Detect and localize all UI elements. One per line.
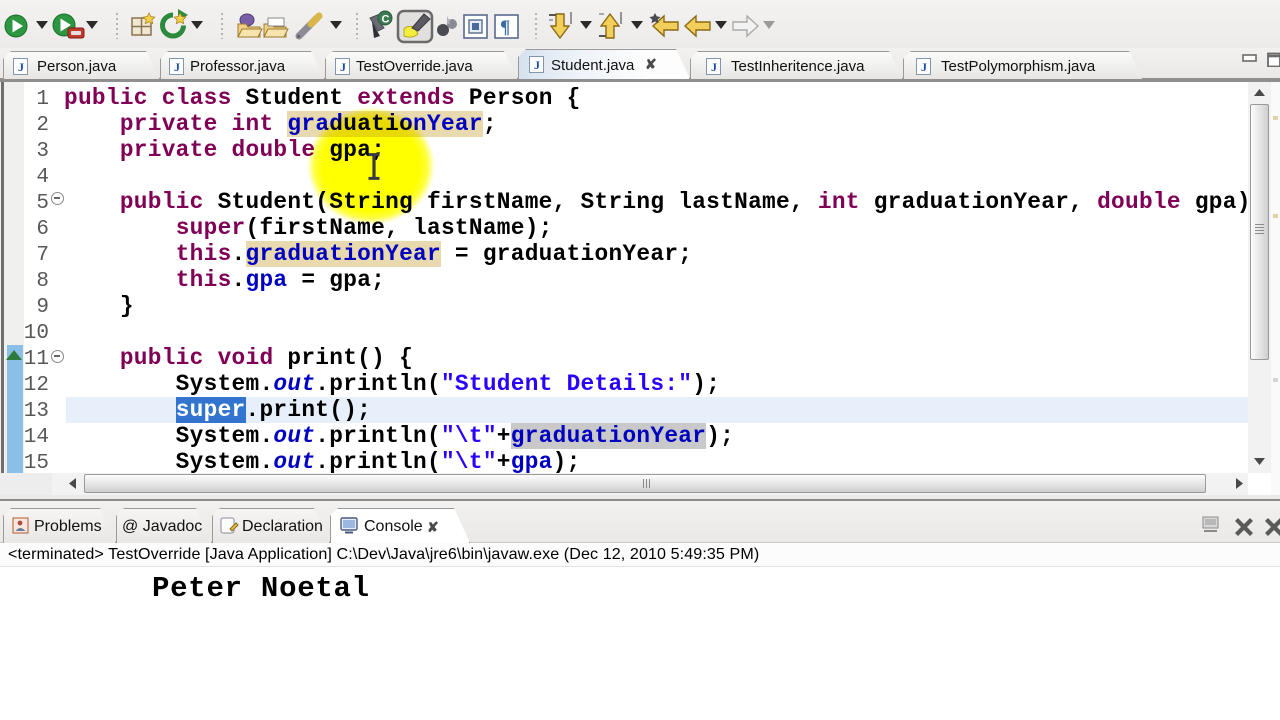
svg-text:C: C [382, 14, 390, 26]
svg-text:¶: ¶ [500, 17, 510, 38]
